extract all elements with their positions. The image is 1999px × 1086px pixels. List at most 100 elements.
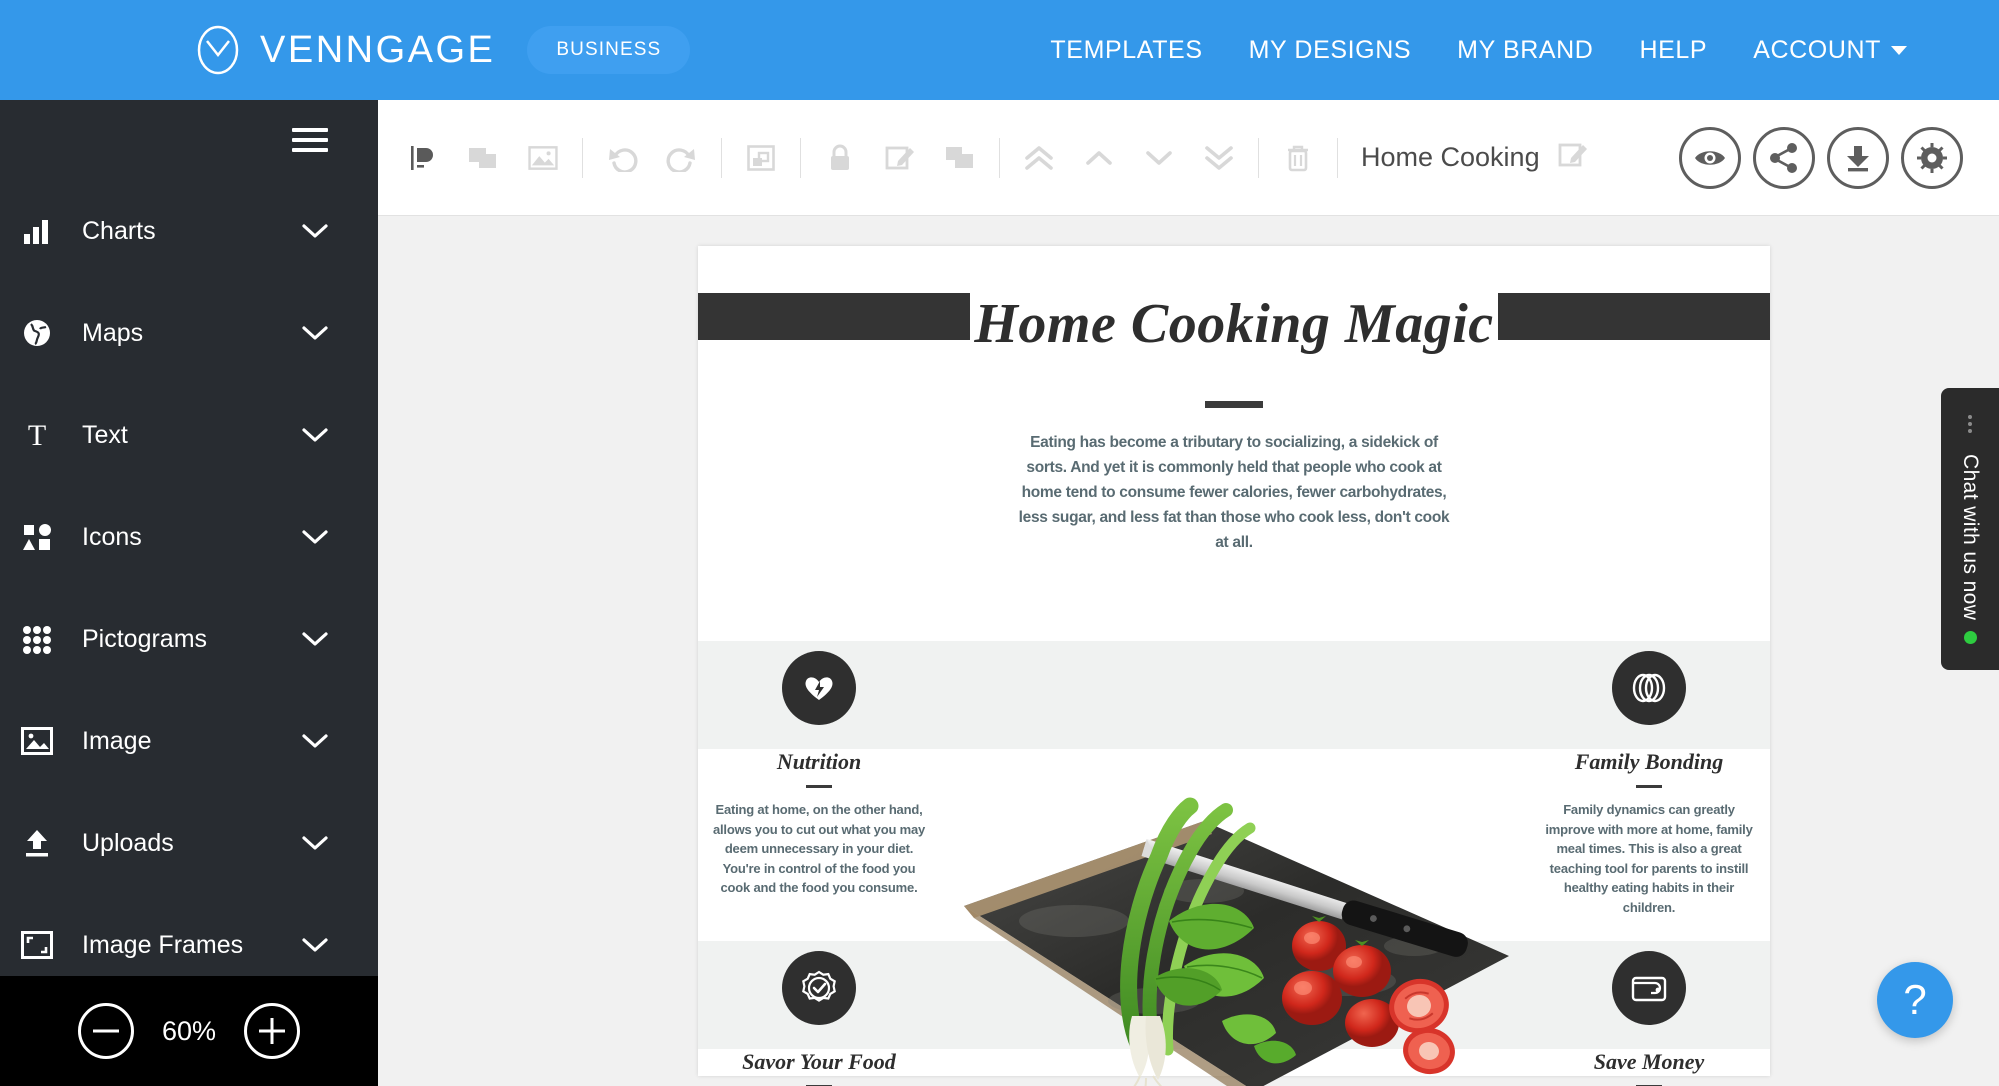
top-navigation-bar: VENNGAGE BUSINESS TEMPLATES MY DESIGNS M… (0, 0, 1999, 100)
brand-name: VENNGAGE (260, 28, 496, 71)
zoom-out-button[interactable] (77, 1003, 134, 1059)
toolbar-separator (999, 137, 1000, 178)
dot-grid-icon (14, 624, 60, 654)
edit-icon[interactable] (877, 135, 923, 181)
globe-icon (14, 318, 60, 348)
sidebar-label-maps: Maps (82, 318, 144, 347)
chevron-down-icon (302, 938, 328, 952)
toolbar-separator (1258, 137, 1259, 178)
sidebar-label-icons: Icons (82, 522, 142, 551)
section-family-bonding[interactable]: Family Bonding Family dynamics can great… (1534, 639, 1764, 917)
zoom-in-button[interactable] (244, 1003, 301, 1059)
header-bar-right (1498, 293, 1770, 340)
design-title[interactable]: Home Cooking (1361, 142, 1540, 173)
chevron-down-icon (302, 734, 328, 748)
nav-link-my-brand[interactable]: MY BRAND (1457, 36, 1593, 65)
section-title: Nutrition (776, 749, 862, 774)
duplicate-icon[interactable] (937, 135, 983, 181)
section-title: Savor Your Food (742, 1049, 896, 1074)
sidebar-label-uploads: Uploads (82, 828, 174, 857)
send-backward-icon[interactable] (1136, 135, 1182, 181)
section-savor-your-food[interactable]: Savor Your Food The physical act of prep… (704, 939, 934, 1086)
chevron-down-icon (302, 530, 328, 544)
upload-icon (14, 828, 60, 858)
linked-rings-icon (1612, 651, 1686, 725)
section-title: Save Money (1593, 1049, 1705, 1074)
undo-icon[interactable] (599, 135, 645, 181)
chat-widget-label: Chat with us now (1959, 454, 1982, 621)
wallet-icon (1612, 951, 1686, 1025)
infographic-title[interactable]: Home Cooking Magic (974, 292, 1493, 356)
toolbar-actions (1679, 126, 1963, 189)
check-badge-icon (782, 951, 856, 1025)
nav-links: TEMPLATES MY DESIGNS MY BRAND HELP ACCOU… (1050, 36, 1907, 65)
chevron-down-icon (302, 632, 328, 646)
share-icon[interactable] (1753, 126, 1815, 189)
section-divider (1636, 785, 1662, 788)
sidebar-item-charts[interactable]: Charts (0, 180, 378, 282)
shapes-icon (14, 522, 60, 552)
edit-pencil-icon[interactable] (1558, 141, 1588, 174)
toolbar-separator (721, 137, 722, 178)
heart-bolt-icon (782, 651, 856, 725)
align-icon[interactable] (400, 135, 446, 181)
image-icon[interactable] (520, 135, 566, 181)
sidebar-label-text: Text (82, 420, 128, 449)
section-text[interactable]: Eating at home, on the other hand, allow… (704, 800, 934, 898)
nav-link-account-label: ACCOUNT (1753, 35, 1881, 64)
nav-link-help[interactable]: HELP (1639, 36, 1707, 65)
group-icon[interactable] (738, 135, 784, 181)
bring-forward-icon[interactable] (1076, 135, 1122, 181)
sidebar-item-pictograms[interactable]: Pictograms (0, 588, 378, 690)
plan-badge[interactable]: BUSINESS (527, 26, 691, 74)
redo-icon[interactable] (659, 135, 705, 181)
section-nutrition[interactable]: Nutrition Eating at home, on the other h… (704, 639, 934, 898)
header-divider (1205, 401, 1263, 408)
sidebar-label-charts: Charts (82, 216, 156, 245)
toolbar-separator (800, 137, 801, 178)
infographic-page[interactable]: Home Cooking Magic Eating has become a t… (698, 246, 1770, 1086)
chevron-down-icon (302, 224, 328, 238)
gear-icon[interactable] (1901, 126, 1963, 189)
bring-to-front-icon[interactable] (1016, 135, 1062, 181)
preview-eye-icon[interactable] (1679, 126, 1741, 189)
frame-icon (14, 931, 60, 959)
section-divider (806, 785, 832, 788)
zoom-control-bar: 60% (0, 976, 378, 1086)
help-button[interactable]: ? (1877, 962, 1953, 1038)
sidebar-label-pictograms: Pictograms (82, 624, 208, 653)
send-to-back-icon[interactable] (1196, 135, 1242, 181)
delete-icon[interactable] (1275, 135, 1321, 181)
chevron-down-icon (302, 326, 328, 340)
drag-grip-icon (1968, 412, 1972, 436)
sidebar-label-image: Image (82, 726, 152, 755)
brand-group[interactable]: VENNGAGE (192, 24, 495, 76)
section-title: Family Bonding (1574, 749, 1724, 774)
infographic-intro-text[interactable]: Eating has become a tributary to sociali… (1014, 430, 1454, 555)
hamburger-icon[interactable] (292, 128, 328, 152)
cutting-board-photo[interactable] (954, 716, 1514, 1086)
left-sidebar: Charts Maps T Text Icons Pictograms Imag… (0, 100, 378, 1086)
sidebar-item-maps[interactable]: Maps (0, 282, 378, 384)
nav-link-account[interactable]: ACCOUNT (1753, 36, 1907, 65)
toolbar-separator (1337, 137, 1338, 178)
sidebar-label-image-frames: Image Frames (82, 930, 244, 959)
lock-icon[interactable] (817, 135, 863, 181)
section-save-money[interactable]: Save Money Eating dinner out is expensiv… (1534, 939, 1764, 1086)
sidebar-item-image[interactable]: Image (0, 690, 378, 792)
sidebar-item-icons[interactable]: Icons (0, 486, 378, 588)
sidebar-menu-row (0, 100, 378, 180)
design-canvas-area[interactable]: Home Cooking Magic Eating has become a t… (378, 216, 1999, 1086)
bar-chart-icon (14, 216, 60, 246)
picture-icon (14, 727, 60, 755)
background-icon[interactable] (460, 135, 506, 181)
sidebar-item-uploads[interactable]: Uploads (0, 792, 378, 894)
download-icon[interactable] (1827, 126, 1889, 189)
sidebar-item-text[interactable]: T Text (0, 384, 378, 486)
chevron-down-icon (302, 836, 328, 850)
nav-link-my-designs[interactable]: MY DESIGNS (1249, 36, 1412, 65)
nav-link-templates[interactable]: TEMPLATES (1050, 36, 1202, 65)
section-text[interactable]: Family dynamics can greatly improve with… (1534, 800, 1764, 917)
chat-widget-tab[interactable]: Chat with us now (1941, 388, 1999, 670)
chat-status-indicator (1963, 630, 1977, 644)
